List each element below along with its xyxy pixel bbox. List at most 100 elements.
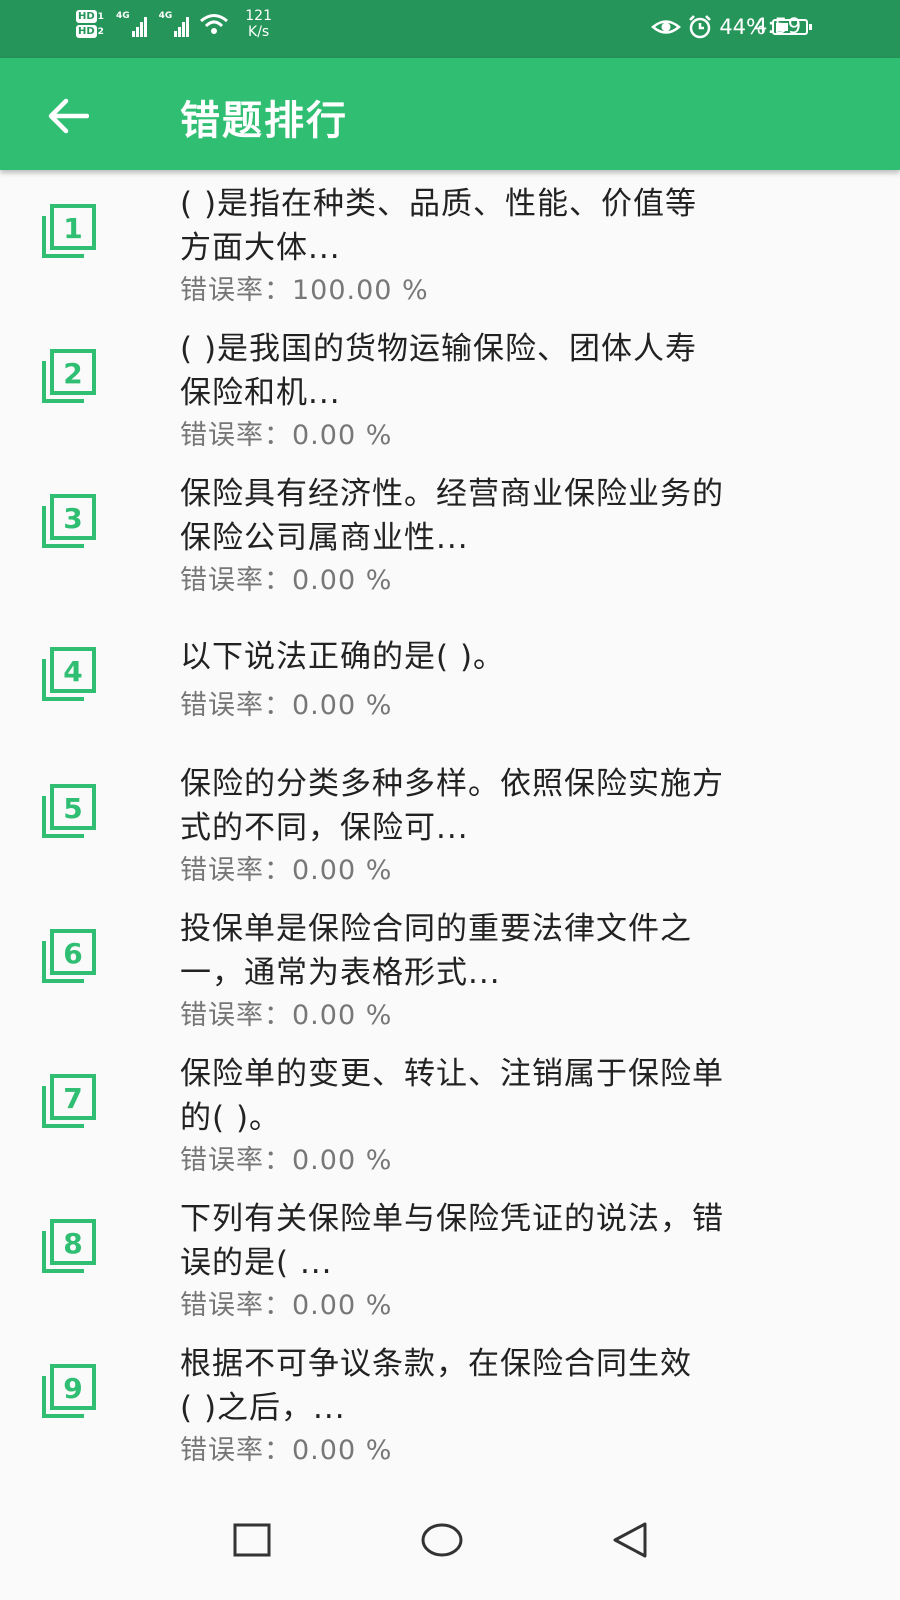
list-item[interactable]: 6 投保单是保险合同的重要法律文件之 一，通常为表格形式... 错误率：0.00 % — [0, 895, 900, 1040]
question-text: 保险单的变更、转让、注销属于保险单 的( )。 — [180, 1052, 860, 1140]
rank-number: 3 — [63, 502, 82, 535]
wifi-icon — [200, 14, 229, 34]
square-icon — [233, 1523, 271, 1557]
rank-number: 8 — [63, 1227, 82, 1260]
nav-back-button[interactable] — [600, 1510, 660, 1570]
rank-icon: 5 — [42, 784, 96, 838]
error-rate: 错误率：0.00 % — [180, 558, 392, 597]
recent-apps-button[interactable] — [222, 1510, 282, 1570]
list-item[interactable]: 3 保险具有经济性。经营商业保险业务的 保险公司属商业性... 错误率：0.00 % — [0, 460, 900, 605]
list-item[interactable]: 1 ( )是指在种类、品质、性能、价值等 方面大体... 错误率：100.00 % — [0, 170, 900, 315]
home-button[interactable] — [412, 1510, 472, 1570]
rank-number: 4 — [63, 655, 82, 688]
question-text: ( )是指在种类、品质、性能、价值等 方面大体... — [180, 182, 860, 270]
error-rate-value: 0.00 % — [292, 855, 393, 886]
hd-indicators: HD 1 HD 2 — [76, 10, 104, 38]
status-left: HD 1 HD 2 4G 4G 121 K/s — [76, 8, 272, 40]
error-rate: 错误率：0.00 % — [180, 993, 392, 1032]
error-rate: 错误率：0.00 % — [180, 1138, 392, 1177]
rank-icon: 2 — [42, 349, 96, 403]
page-title: 错题排行 — [180, 98, 348, 144]
speed-unit: K/s — [248, 24, 270, 40]
question-line-1: ( )是我国的货物运输保险、团体人寿 — [180, 331, 698, 367]
question-line-1: 根据不可争议条款，在保险合同生效 — [180, 1346, 692, 1382]
network-speed: 121 K/s — [245, 8, 272, 40]
error-rate-value: 0.00 % — [292, 1435, 393, 1466]
list-item[interactable]: 8 下列有关保险单与保险凭证的说法，错 误的是( ... 错误率：0.00 % — [0, 1185, 900, 1330]
error-rate-value: 0.00 % — [292, 1145, 393, 1176]
question-line-2: 保险公司属商业性... — [180, 520, 469, 556]
signal-icon: 4G — [116, 11, 147, 37]
error-rate: 错误率：0.00 % — [180, 1283, 392, 1322]
question-line-2: 一，通常为表格形式... — [180, 955, 501, 991]
status-time: 4:59 — [754, 14, 802, 38]
rank-number: 9 — [63, 1372, 82, 1405]
error-rate-label: 错误率： — [180, 565, 292, 596]
question-line-1: 保险单的变更、转让、注销属于保险单 — [180, 1056, 724, 1092]
back-button[interactable] — [44, 92, 92, 140]
hd-2-num: 2 — [97, 26, 104, 37]
error-rate-value: 0.00 % — [292, 565, 393, 596]
hd-2-indicator: HD 2 — [76, 25, 104, 38]
question-line-1: ( )是指在种类、品质、性能、价值等 — [180, 186, 698, 222]
rank-icon: 7 — [42, 1074, 96, 1128]
hd-2-label: HD — [76, 25, 97, 38]
error-rate-label: 错误率： — [180, 1145, 292, 1176]
error-rate-value: 100.00 % — [292, 275, 429, 306]
question-line-2: 误的是( ... — [180, 1245, 333, 1281]
speed-value: 121 — [245, 8, 272, 24]
app-bar: 错题排行 — [0, 58, 900, 170]
error-rate: 错误率：0.00 % — [180, 1428, 392, 1467]
error-rate-label: 错误率： — [180, 855, 292, 886]
question-text: 以下说法正确的是( )。 — [180, 635, 860, 679]
signal-2-label: 4G — [158, 11, 173, 21]
question-line-1: 保险具有经济性。经营商业保险业务的 — [180, 476, 724, 512]
question-line-2: 式的不同，保险可... — [180, 810, 469, 846]
question-text: ( )是我国的货物运输保险、团体人寿 保险和机... — [180, 327, 860, 415]
system-nav-bar — [0, 1488, 900, 1600]
rank-icon: 3 — [42, 494, 96, 548]
rank-number: 6 — [63, 937, 82, 970]
question-text: 保险具有经济性。经营商业保险业务的 保险公司属商业性... — [180, 472, 860, 560]
error-rate-label: 错误率： — [180, 690, 292, 721]
rank-number: 5 — [63, 792, 82, 825]
question-text: 保险的分类多种多样。依照保险实施方 式的不同，保险可... — [180, 762, 860, 850]
error-rate: 错误率：0.00 % — [180, 683, 392, 722]
question-line-2: 方面大体... — [180, 230, 341, 266]
arrow-left-icon — [48, 98, 89, 134]
question-line-1: 以下说法正确的是( )。 — [180, 639, 506, 675]
error-rate-value: 0.00 % — [292, 1290, 393, 1321]
question-line-1: 投保单是保险合同的重要法律文件之 — [180, 911, 692, 947]
error-rate-label: 错误率： — [180, 275, 292, 306]
list-item[interactable]: 9 根据不可争议条款，在保险合同生效( )之后，... 错误率：0.00 % — [0, 1330, 900, 1475]
error-rate: 错误率：0.00 % — [180, 413, 392, 452]
signal-1-label: 4G — [115, 11, 130, 21]
question-text: 根据不可争议条款，在保险合同生效 ( )之后，... — [180, 1342, 860, 1430]
error-rate-label: 错误率： — [180, 1290, 292, 1321]
hd-1-indicator: HD 1 — [76, 10, 104, 23]
list-item[interactable]: 4 以下说法正确的是( )。 错误率：0.00 % — [0, 605, 900, 750]
error-rate-value: 0.00 % — [292, 1000, 393, 1031]
rank-number: 2 — [63, 357, 82, 390]
alarm-icon — [689, 15, 712, 39]
rank-icon: 8 — [42, 1219, 96, 1273]
rank-icon: 9 — [42, 1364, 96, 1418]
question-text: 下列有关保险单与保险凭证的说法，错 误的是( ... — [180, 1197, 860, 1285]
question-line-2: 保险和机... — [180, 375, 341, 411]
circle-icon — [421, 1523, 463, 1557]
rank-icon: 4 — [42, 647, 96, 701]
question-text: 投保单是保险合同的重要法律文件之 一，通常为表格形式... — [180, 907, 860, 995]
error-rate-value: 0.00 % — [292, 420, 393, 451]
eye-icon — [651, 20, 682, 34]
list-item[interactable]: 2( )是我国的货物运输保险、团体人寿 保险和机... 错误率：0.00 % — [0, 315, 900, 460]
rank-number: 1 — [63, 212, 82, 245]
signal-icon: 4G — [159, 11, 190, 37]
error-rate-label: 错误率： — [180, 420, 292, 451]
status-bar: HD 1 HD 2 4G 4G 121 K/s 44% 4:59 — [0, 0, 900, 58]
list-item[interactable]: 5 保险的分类多种多样。依照保险实施方 式的不同，保险可... 错误率：0.00 % — [0, 750, 900, 895]
question-list: 1( )是指在种类、品质、性能、价值等 方面大体... 错误率：100.00 % 2(… — [0, 170, 900, 1475]
error-rate: 错误率：0.00 % — [180, 848, 392, 887]
list-item[interactable]: 7 保险单的变更、转让、注销属于保险单 的( )。 错误率：0.00 % — [0, 1040, 900, 1185]
error-rate-label: 错误率： — [180, 1000, 292, 1031]
error-rate-label: 错误率： — [180, 1435, 292, 1466]
